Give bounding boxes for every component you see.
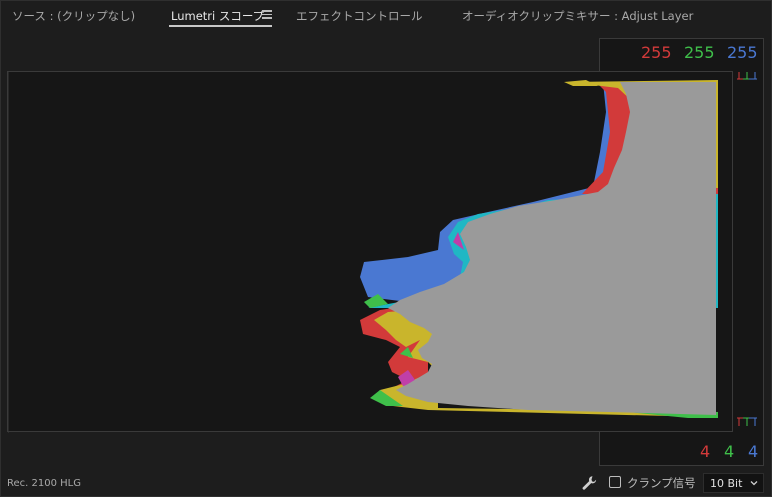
wrench-icon[interactable] — [580, 474, 598, 492]
tab-audio-clip-mixer[interactable]: オーディオクリップミキサー : Adjust Layer — [462, 8, 693, 24]
scope-level-strip — [733, 71, 764, 432]
min-readout: 4 4 4 — [599, 432, 764, 466]
max-blue-value: 255 — [727, 43, 758, 62]
histogram-scope — [7, 71, 733, 433]
min-red-value: 4 — [700, 442, 711, 461]
tab-source[interactable]: ソース : (クリップなし) — [12, 8, 135, 24]
max-green-value: 255 — [684, 43, 715, 62]
rgb-histogram-plot — [8, 72, 718, 433]
max-red-value: 255 — [641, 43, 672, 62]
min-blue-value: 4 — [748, 442, 759, 461]
color-space-label: Rec. 2100 HLG — [7, 478, 81, 489]
bottom-level-ticks — [737, 417, 757, 426]
clamp-signal-label[interactable]: クランプ信号 — [627, 475, 696, 491]
tab-bar: ソース : (クリップなし) Lumetri スコープ エフェクトコントロール … — [0, 0, 772, 30]
clamp-signal-checkbox[interactable] — [609, 476, 621, 488]
top-level-ticks — [737, 72, 757, 80]
luma-channel-band — [388, 82, 716, 415]
max-readout: 255 255 255 — [599, 38, 764, 72]
chevron-down-icon — [750, 481, 758, 486]
tab-effect-controls[interactable]: エフェクトコントロール — [296, 8, 423, 24]
active-tab-indicator — [169, 25, 272, 27]
bit-depth-value: 10 Bit — [710, 477, 743, 490]
min-green-value: 4 — [724, 442, 735, 461]
tab-lumetri-scopes[interactable]: Lumetri スコープ — [171, 8, 264, 24]
level-ticks — [737, 72, 757, 426]
bit-depth-select[interactable]: 10 Bit — [703, 473, 764, 493]
hamburger-icon[interactable] — [262, 10, 272, 19]
